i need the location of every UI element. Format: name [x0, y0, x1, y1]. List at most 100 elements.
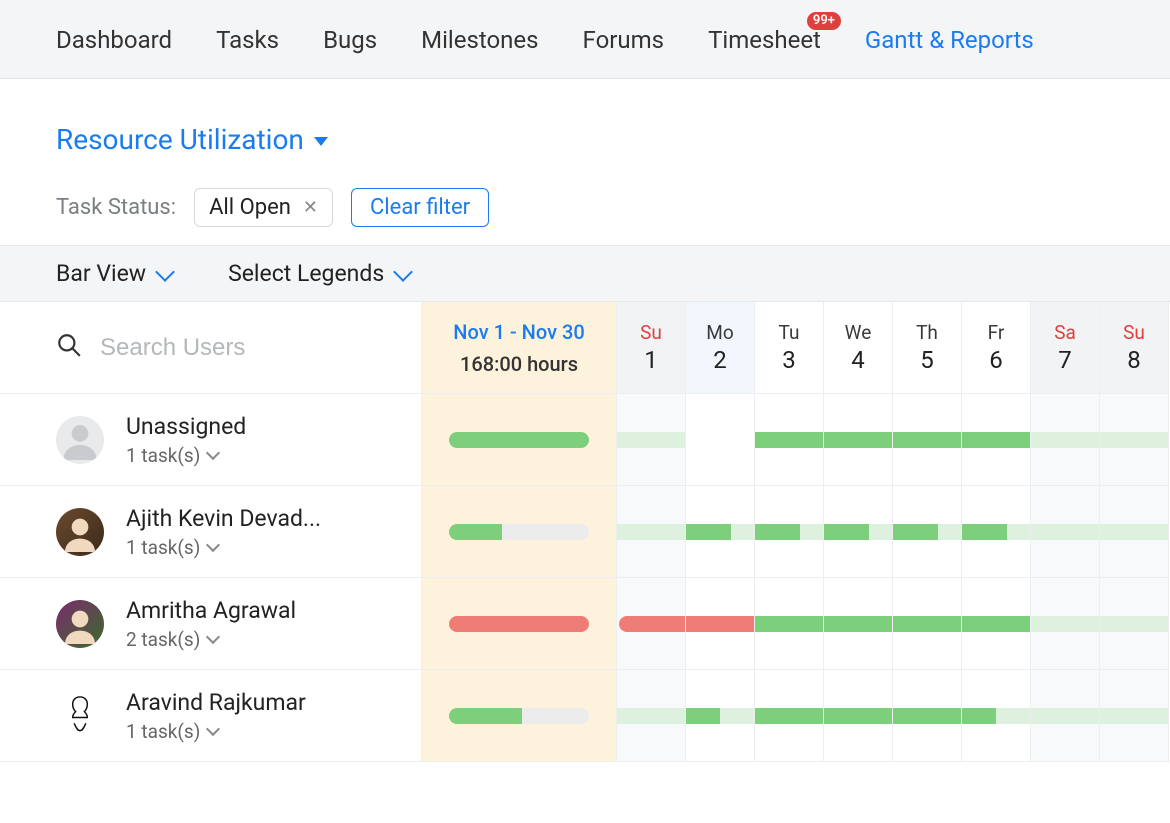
task-count-toggle[interactable]: 1 task(s) [126, 720, 306, 743]
report-type-dropdown[interactable]: Resource Utilization [56, 123, 328, 156]
search-icon [56, 332, 82, 363]
allocation-bar [1031, 432, 1099, 448]
task-count-toggle[interactable]: 1 task(s) [126, 444, 246, 467]
day-number: 3 [782, 346, 796, 374]
allocation-bar [893, 524, 961, 540]
allocation-bar [755, 432, 823, 448]
day-number: 8 [1127, 346, 1141, 374]
user-cell[interactable]: Ajith Kevin Devad... 1 task(s) [0, 486, 421, 578]
allocation-bar [755, 708, 823, 724]
day-number: 2 [713, 346, 727, 374]
day-column-header: Mo2 [686, 302, 755, 394]
allocation-bar [962, 616, 1030, 632]
summary-bar-cell [421, 486, 617, 578]
chevron-down-icon [206, 722, 220, 736]
caret-down-icon [314, 137, 328, 146]
nav-dashboard[interactable]: Dashboard [56, 26, 172, 54]
day-cell [617, 578, 686, 670]
allocation-bar [1100, 524, 1168, 540]
filter-chip-label: All Open [209, 195, 291, 220]
nav-forums[interactable]: Forums [583, 26, 665, 54]
day-of-week: Mo [706, 321, 733, 344]
allocation-bar [962, 432, 1030, 448]
allocation-bar [962, 708, 1030, 724]
filter-chip-task-status[interactable]: All Open ✕ [194, 188, 333, 227]
day-of-week: Fr [988, 321, 1005, 344]
allocation-bar [617, 708, 685, 724]
allocation-bar [1031, 708, 1099, 724]
avatar [56, 508, 104, 556]
day-of-week: Sa [1054, 321, 1076, 344]
day-cell [686, 578, 755, 670]
date-range-label: Nov 1 - Nov 30 [453, 316, 584, 348]
legends-dropdown[interactable]: Select Legends [228, 260, 410, 287]
day-of-week: Tu [779, 321, 800, 344]
user-cell[interactable]: Amritha Agrawal 2 task(s) [0, 578, 421, 670]
clear-filter-button[interactable]: Clear filter [351, 188, 489, 227]
allocation-bar [824, 616, 892, 632]
user-cell[interactable]: Aravind Rajkumar1 task(s) [0, 670, 421, 762]
day-cell [893, 578, 962, 670]
avatar [56, 416, 104, 464]
day-cell [1100, 394, 1169, 486]
day-column-header: Th5 [893, 302, 962, 394]
search-cell [0, 302, 421, 394]
user-cell[interactable]: Unassigned1 task(s) [0, 394, 421, 486]
user-name: Amritha Agrawal [126, 597, 296, 624]
clear-filter-label: Clear filter [370, 195, 470, 220]
day-cell [893, 486, 962, 578]
user-name: Ajith Kevin Devad... [126, 505, 321, 532]
day-cell [755, 394, 824, 486]
day-column-header: We4 [824, 302, 893, 394]
summary-bar [449, 616, 589, 632]
day-cell [686, 670, 755, 762]
search-users-input[interactable] [100, 334, 360, 362]
allocation-bar [824, 524, 892, 540]
day-column-header: Su8 [1100, 302, 1169, 394]
task-count-label: 1 task(s) [126, 720, 200, 743]
close-icon[interactable]: ✕ [303, 197, 318, 218]
legends-label: Select Legends [228, 260, 384, 287]
nav-timesheet[interactable]: Timesheet99+ [708, 26, 821, 54]
summary-bar-cell [421, 394, 617, 486]
day-cell [1100, 670, 1169, 762]
nav-bugs[interactable]: Bugs [323, 26, 377, 54]
allocation-bar [1100, 708, 1168, 724]
bar-segment [449, 432, 589, 448]
page-title-label: Resource Utilization [56, 123, 304, 156]
allocation-bar [1031, 616, 1099, 632]
allocation-bar [686, 524, 754, 540]
allocation-bar [1100, 432, 1168, 448]
view-options-row: Bar View Select Legends [0, 245, 1170, 302]
day-cell [962, 394, 1031, 486]
nav-gantt-reports[interactable]: Gantt & Reports [865, 26, 1034, 54]
summary-bar [449, 432, 589, 448]
day-of-week: Su [640, 321, 662, 344]
day-of-week: We [845, 321, 872, 344]
day-column-header: Tu3 [755, 302, 824, 394]
task-count-toggle[interactable]: 2 task(s) [126, 628, 296, 651]
summary-bar [449, 524, 589, 540]
day-cell [617, 394, 686, 486]
allocation-bar [1031, 524, 1099, 540]
day-cell [1031, 486, 1100, 578]
day-column-header: Fr6 [962, 302, 1031, 394]
nav-milestones[interactable]: Milestones [421, 26, 538, 54]
day-number: 7 [1058, 346, 1072, 374]
resource-grid: Nov 1 - Nov 30168:00 hoursSu1Mo2Tu3We4Th… [0, 302, 1170, 762]
nav-tasks[interactable]: Tasks [216, 26, 279, 54]
allocation-bar [686, 708, 754, 724]
task-count-label: 1 task(s) [126, 536, 200, 559]
view-mode-dropdown[interactable]: Bar View [56, 260, 172, 287]
day-cell [962, 578, 1031, 670]
task-count-toggle[interactable]: 1 task(s) [126, 536, 321, 559]
allocation-bar [755, 524, 823, 540]
notification-badge: 99+ [807, 12, 841, 30]
task-count-label: 2 task(s) [126, 628, 200, 651]
user-info: Ajith Kevin Devad... 1 task(s) [126, 505, 321, 559]
avatar [56, 692, 104, 740]
chevron-down-icon [206, 446, 220, 460]
user-info: Aravind Rajkumar1 task(s) [126, 689, 306, 743]
chevron-down-icon [206, 630, 220, 644]
allocation-bar [893, 708, 961, 724]
